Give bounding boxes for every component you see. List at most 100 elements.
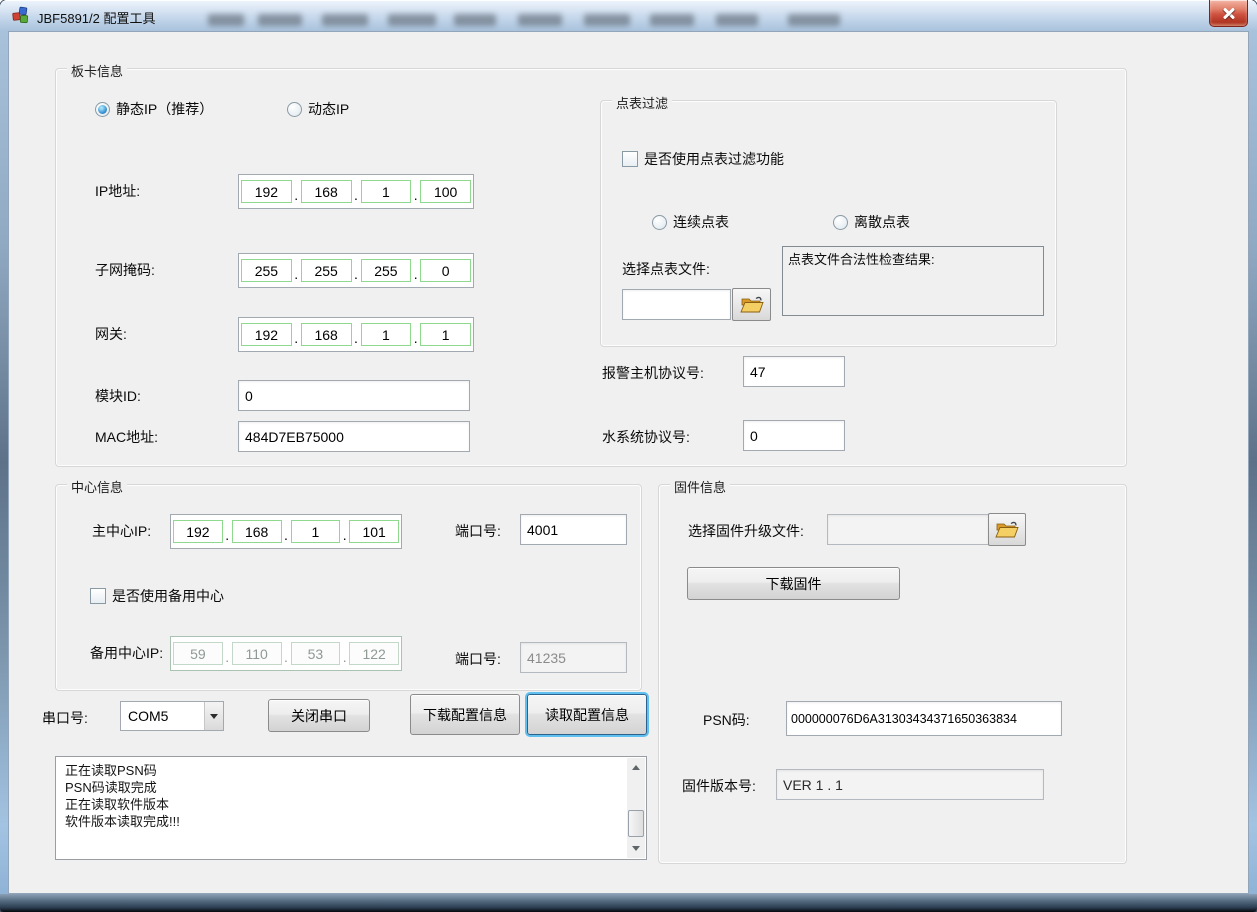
ip-octet-field[interactable]: 168: [301, 180, 352, 203]
ip-octet-field[interactable]: 100: [420, 180, 471, 203]
window-frame-left: [0, 31, 8, 894]
firmware-info-group-title: 固件信息: [670, 477, 730, 496]
arrow-down-icon[interactable]: [632, 846, 640, 851]
ip-octet-field[interactable]: 110: [232, 642, 282, 665]
ip-octet-field[interactable]: 53: [291, 642, 341, 665]
log-output-area[interactable]: 正在读取PSN码 PSN码读取完成 正在读取软件版本 软件版本读取完成!!!: [55, 756, 647, 860]
firmware-version-label: 固件版本号:: [682, 776, 756, 796]
ip-dot: .: [352, 187, 361, 206]
ip-octet-field[interactable]: 192: [241, 323, 292, 346]
firmware-file-input[interactable]: [827, 514, 989, 545]
log-line: 正在读取软件版本: [56, 796, 646, 813]
ip-octet-field[interactable]: 192: [173, 520, 223, 543]
center-info-group-title: 中心信息: [67, 477, 127, 496]
read-config-button[interactable]: 读取配置信息: [527, 694, 647, 735]
main-center-ip-input[interactable]: 192 . 168 . 1 . 101: [170, 514, 402, 549]
point-file-input[interactable]: [622, 289, 731, 320]
ip-octet-field[interactable]: 59: [173, 642, 223, 665]
radio-unchecked-icon: [833, 215, 848, 230]
ip-octet-field[interactable]: 1: [291, 520, 341, 543]
point-file-label: 选择点表文件:: [622, 259, 710, 279]
psn-value-field[interactable]: 000000076D6A31303434371650363834: [786, 701, 1062, 736]
browse-firmware-file-button[interactable]: [988, 513, 1026, 546]
browse-point-file-button[interactable]: [732, 288, 771, 321]
background-window-artifact: [716, 14, 758, 26]
folder-open-icon: [995, 520, 1019, 539]
ip-dot: .: [292, 330, 301, 349]
water-protocol-input[interactable]: 0: [743, 420, 845, 451]
background-window-artifact: [258, 14, 302, 26]
radio-checked-icon: [95, 102, 110, 117]
log-line: 软件版本读取完成!!!: [56, 813, 646, 830]
background-window-artifact: [322, 14, 368, 26]
ip-octet-field[interactable]: 101: [349, 520, 399, 543]
ip-dot: .: [292, 187, 301, 206]
app-window: JBF5891/2 配置工具 板卡信息 静态IP（推荐） 动态IP IP地址: …: [0, 0, 1257, 912]
log-line: 正在读取PSN码: [56, 762, 646, 779]
main-port-label: 端口号:: [455, 521, 501, 541]
continuous-table-radio[interactable]: 连续点表: [652, 212, 729, 232]
radio-unchecked-icon: [652, 215, 667, 230]
checkbox-unchecked-icon: [90, 588, 106, 604]
point-filter-group-title: 点表过滤: [612, 93, 672, 112]
scrollbar-thumb[interactable]: [628, 810, 644, 837]
close-button[interactable]: [1209, 0, 1248, 27]
titlebar[interactable]: JBF5891/2 配置工具: [0, 0, 1257, 32]
ip-octet-field[interactable]: 255: [361, 259, 412, 282]
combo-arrow-button[interactable]: [204, 702, 223, 730]
ip-octet-field[interactable]: 1: [420, 323, 471, 346]
use-point-filter-label: 是否使用点表过滤功能: [644, 149, 784, 169]
firmware-version-field[interactable]: VER 1 . 1: [776, 769, 1044, 800]
firmware-file-label: 选择固件升级文件:: [688, 521, 804, 541]
module-id-input[interactable]: 0: [238, 380, 470, 411]
window-frame-right: [1249, 31, 1257, 894]
chevron-down-icon: [210, 714, 218, 719]
ip-dot: .: [411, 330, 420, 349]
ip-dot: .: [292, 266, 301, 285]
close-serial-button[interactable]: 关闭串口: [268, 699, 370, 732]
ip-octet-field[interactable]: 168: [301, 323, 352, 346]
ip-octet-field[interactable]: 122: [349, 642, 399, 665]
backup-center-ip-input[interactable]: 59 . 110 . 53 . 122: [170, 636, 402, 671]
download-firmware-button[interactable]: 下载固件: [687, 567, 900, 600]
discrete-table-radio[interactable]: 离散点表: [833, 212, 910, 232]
ip-dot: .: [340, 649, 349, 668]
ip-octet-field[interactable]: 168: [232, 520, 282, 543]
app-cubes-icon: [12, 6, 30, 24]
alarm-protocol-input[interactable]: 47: [743, 356, 845, 387]
use-point-filter-checkbox[interactable]: 是否使用点表过滤功能: [622, 149, 784, 169]
discrete-table-label: 离散点表: [854, 212, 910, 232]
ip-octet-field[interactable]: 255: [241, 259, 292, 282]
window-frame-bottom: [0, 894, 1257, 912]
ip-octet-field[interactable]: 1: [361, 323, 412, 346]
main-center-ip-label: 主中心IP:: [92, 521, 151, 541]
close-icon: [1222, 6, 1236, 20]
serial-port-select[interactable]: COM5: [120, 701, 224, 731]
point-file-check-result-label: 点表文件合法性检查结果:: [788, 252, 935, 267]
backup-port-label: 端口号:: [455, 649, 501, 669]
gateway-input[interactable]: 192 . 168 . 1 . 1: [238, 317, 474, 352]
static-ip-radio-label: 静态IP（推荐）: [116, 99, 213, 119]
ip-dot: .: [223, 527, 232, 546]
ip-dot: .: [411, 187, 420, 206]
ip-octet-field[interactable]: 1: [361, 180, 412, 203]
point-file-check-result-box: 点表文件合法性检查结果:: [782, 246, 1044, 316]
ip-octet-field[interactable]: 255: [301, 259, 352, 282]
ip-octet-field[interactable]: 0: [420, 259, 471, 282]
log-line: PSN码读取完成: [56, 779, 646, 796]
main-port-input[interactable]: 4001: [520, 514, 627, 545]
subnet-mask-input[interactable]: 255 . 255 . 255 . 0: [238, 253, 474, 288]
static-ip-radio[interactable]: 静态IP（推荐）: [95, 99, 213, 119]
water-protocol-label: 水系统协议号:: [602, 427, 690, 447]
backup-port-input[interactable]: 41235: [520, 642, 627, 673]
download-config-button[interactable]: 下载配置信息: [410, 694, 520, 735]
background-window-artifact: [518, 14, 562, 26]
use-backup-center-checkbox[interactable]: 是否使用备用中心: [90, 586, 224, 606]
log-scrollbar[interactable]: [627, 758, 645, 858]
ip-octet-field[interactable]: 192: [241, 180, 292, 203]
ip-address-input[interactable]: 192 . 168 . 1 . 100: [238, 174, 474, 209]
continuous-table-label: 连续点表: [673, 212, 729, 232]
dynamic-ip-radio[interactable]: 动态IP: [287, 99, 349, 119]
arrow-up-icon[interactable]: [632, 765, 640, 770]
mac-address-input[interactable]: 484D7EB75000: [238, 421, 470, 452]
